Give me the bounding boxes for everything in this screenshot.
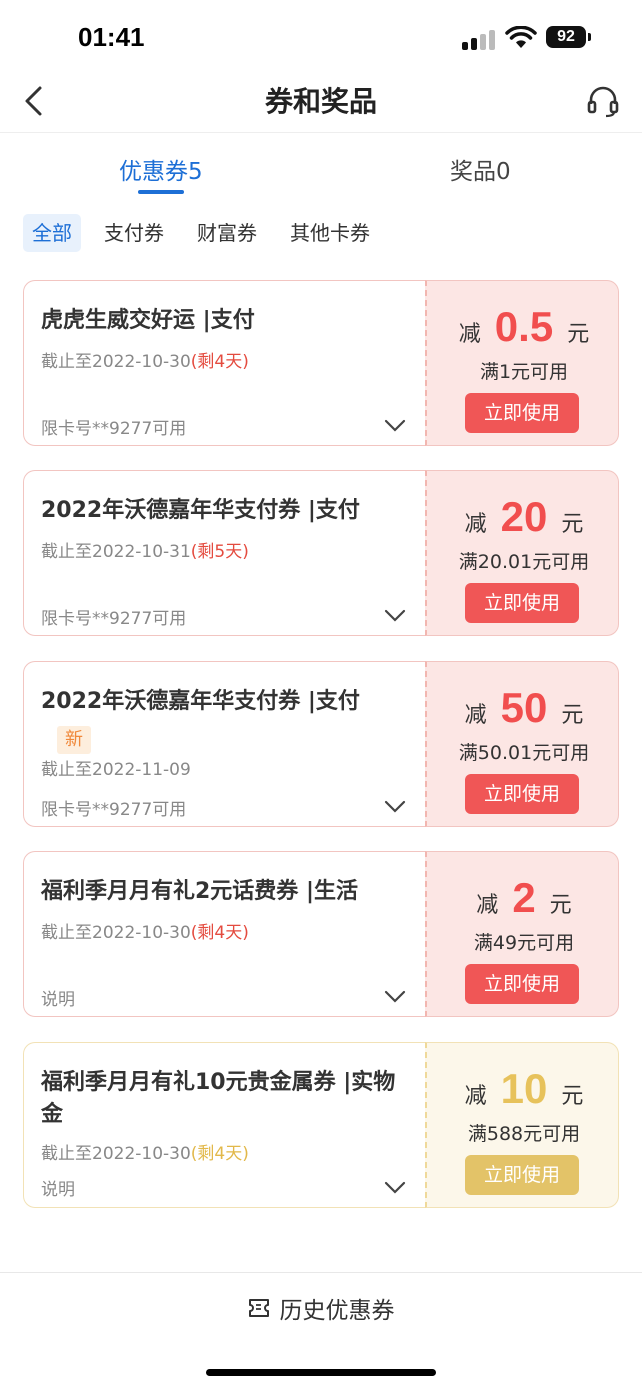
coupon-value: 2: [512, 874, 536, 921]
coupon-value: 10: [500, 1065, 548, 1112]
coupon-title: 虎虎生威交好运 |支付: [41, 308, 255, 333]
chevron-down-icon[interactable]: [384, 1181, 406, 1195]
use-now-button[interactable]: 立即使用: [465, 964, 579, 1004]
coupon-expiry: 截止至2022-11-09: [41, 760, 191, 780]
coupon-restriction: 限卡号**9277可用: [41, 800, 187, 820]
use-now-button[interactable]: 立即使用: [465, 393, 579, 433]
coupon-info: 福利季月月有礼2元话费券 |生活 截止至2022-10-30(剩4天) 说明: [23, 851, 425, 1017]
coupon-days-left: (剩4天): [190, 923, 249, 943]
coupon-condition: 满20.01元可用: [458, 551, 590, 573]
battery-tip: [588, 33, 591, 41]
coupon-info: 2022年沃德嘉年华支付券 |支付 截止至2022-10-31(剩5天) 限卡号…: [23, 470, 425, 636]
coupon-card: 2022年沃德嘉年华支付券 |支付 新 截止至2022-11-09 限卡号**9…: [23, 661, 619, 827]
bottom-bar: 历史优惠券: [0, 1272, 642, 1390]
coupon-description-link[interactable]: 说明: [41, 1175, 75, 1200]
coupon-description-link[interactable]: 说明: [41, 985, 75, 1010]
history-coupons-label: 历史优惠券: [279, 1298, 395, 1324]
coupon-prize-tabs: 优惠券5 奖品0: [0, 140, 642, 200]
history-coupons-button[interactable]: 历史优惠券: [0, 1291, 642, 1325]
coupon-title: 2022年沃德嘉年华支付券 |支付: [41, 689, 360, 714]
coupon-card: 福利季月月有礼10元贵金属券 |实物金 截止至2022-10-30(剩4天) 说…: [23, 1042, 619, 1208]
coupon-info: 福利季月月有礼10元贵金属券 |实物金 截止至2022-10-30(剩4天) 说…: [23, 1042, 425, 1208]
coupon-expiry: 截止至2022-10-30(剩4天): [41, 923, 249, 943]
status-time: 01:41: [78, 22, 145, 52]
coupon-value-panel: 减 10 元 满588元可用 立即使用: [425, 1042, 619, 1208]
coupon-value-panel: 减2元 满49元可用 立即使用: [425, 851, 619, 1017]
coupon-value: 0.5: [494, 303, 554, 350]
chevron-down-icon[interactable]: [384, 800, 406, 814]
use-now-button[interactable]: 立即使用: [465, 583, 579, 623]
coupon-value-panel: 减 50 元 满50.01元可用 立即使用: [425, 661, 619, 827]
coupon-title: 2022年沃德嘉年华支付券 |支付: [41, 498, 360, 523]
coupon-title: 福利季月月有礼10元贵金属券 |实物金: [41, 1070, 396, 1127]
wifi-icon: [505, 26, 537, 48]
coupon-amount: 减 10 元: [464, 1065, 584, 1112]
use-now-button[interactable]: 立即使用: [465, 774, 579, 814]
coupon-amount: 减2元: [476, 874, 572, 921]
coupon-value: 50: [500, 684, 548, 731]
coupon-days-left: (剩5天): [190, 542, 249, 562]
coupon-condition: 满49元可用: [473, 932, 575, 954]
coupon-amount: 减 50 元: [464, 684, 584, 731]
status-bar: 01:41 92: [0, 0, 642, 70]
coupon-condition: 满588元可用: [467, 1123, 581, 1145]
coupon-value-panel: 减 0.5 元 满1元可用 立即使用: [425, 280, 619, 446]
page-title: 券和奖品: [264, 85, 377, 118]
coupon-amount: 减 20 元: [464, 493, 584, 540]
tab-prizes[interactable]: 奖品0: [450, 152, 511, 186]
coupon-card: 2022年沃德嘉年华支付券 |支付 截止至2022-10-31(剩5天) 限卡号…: [23, 470, 619, 636]
cellular-signal-icon: [462, 28, 496, 50]
filter-payment[interactable]: 支付券: [104, 214, 164, 252]
chevron-down-icon[interactable]: [384, 609, 406, 623]
coupon-days-left: (剩4天): [190, 1144, 249, 1164]
coupon-expiry: 截止至2022-10-30(剩4天): [41, 1144, 249, 1164]
coupon-info: 虎虎生威交好运 |支付 截止至2022-10-30(剩4天) 限卡号**9277…: [23, 280, 425, 446]
coupon-amount: 减 0.5 元: [458, 303, 590, 350]
coupon-expiry: 截止至2022-10-30(剩4天): [41, 352, 249, 372]
customer-service-headset-icon[interactable]: [586, 84, 620, 118]
coupon-days-left: (剩4天): [190, 352, 249, 372]
use-now-button[interactable]: 立即使用: [465, 1155, 579, 1195]
coupon-condition: 满1元可用: [479, 361, 569, 383]
battery-indicator: 92: [546, 26, 586, 48]
filter-wealth[interactable]: 财富券: [197, 214, 257, 252]
nav-bar: 券和奖品: [0, 70, 642, 133]
filter-other-cards[interactable]: 其他卡券: [290, 214, 370, 252]
coupon-value-panel: 减 20 元 满20.01元可用 立即使用: [425, 470, 619, 636]
filter-all[interactable]: 全部: [23, 214, 81, 252]
coupon-value: 20: [500, 493, 548, 540]
coupon-expiry: 截止至2022-10-31(剩5天): [41, 542, 249, 562]
ticket-icon: [248, 1299, 269, 1317]
chevron-down-icon[interactable]: [384, 419, 406, 433]
coupon-restriction: 限卡号**9277可用: [41, 419, 187, 439]
chevron-down-icon[interactable]: [384, 990, 406, 1004]
coupon-condition: 满50.01元可用: [458, 742, 590, 764]
coupon-card: 福利季月月有礼2元话费券 |生活 截止至2022-10-30(剩4天) 说明 减…: [23, 851, 619, 1017]
new-badge: 新: [57, 726, 91, 754]
coupon-restriction: 限卡号**9277可用: [41, 609, 187, 629]
home-indicator: [206, 1369, 436, 1376]
coupon-title: 福利季月月有礼2元话费券 |生活: [41, 879, 359, 904]
coupon-card: 虎虎生威交好运 |支付 截止至2022-10-30(剩4天) 限卡号**9277…: [23, 280, 619, 446]
active-tab-indicator: [138, 190, 184, 194]
tab-coupons[interactable]: 优惠券5: [119, 152, 203, 186]
coupon-info: 2022年沃德嘉年华支付券 |支付 新 截止至2022-11-09 限卡号**9…: [23, 661, 425, 827]
